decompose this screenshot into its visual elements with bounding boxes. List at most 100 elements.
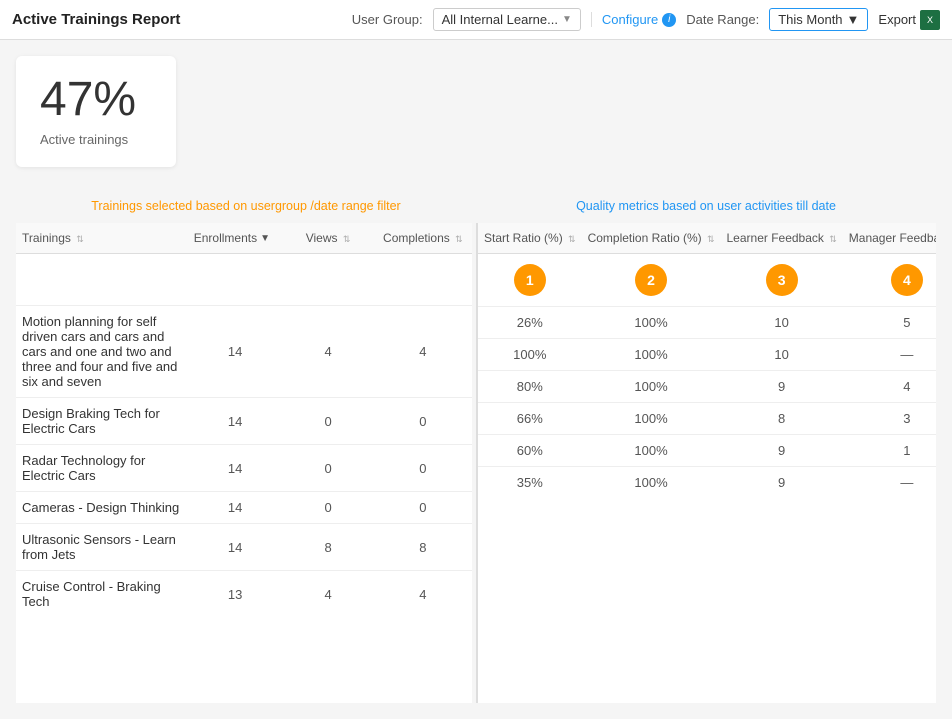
table-row: 60%100%91 — [478, 435, 936, 467]
left-table: Trainings ⇅ Enrollments ▼ Views ⇅ Comple… — [16, 223, 472, 617]
user-group-value: All Internal Learne... — [442, 12, 558, 27]
start_ratio-value: 66% — [478, 403, 582, 435]
enrollments-value: 14 — [188, 445, 283, 492]
views-value: 0 — [282, 398, 373, 445]
enrollments-value: 14 — [188, 524, 283, 571]
completion_ratio-value: 100% — [582, 467, 721, 499]
sort-icon: ⇅ — [76, 234, 84, 244]
left-banner: Trainings selected based on usergroup /d… — [16, 199, 476, 219]
left-table-container: Trainings ⇅ Enrollments ▼ Views ⇅ Comple… — [16, 223, 476, 703]
table-row: 80%100%94 — [478, 371, 936, 403]
th-views[interactable]: Views ⇅ — [282, 223, 373, 254]
completion_ratio-value: 100% — [582, 339, 721, 371]
completions-value: 4 — [374, 306, 472, 398]
export-button[interactable]: Export X — [878, 10, 940, 30]
enrollments-value: 14 — [188, 398, 283, 445]
views-value: 4 — [282, 306, 373, 398]
completions-value: 0 — [374, 445, 472, 492]
chevron-down-icon: ▼ — [562, 14, 572, 25]
completions-value: 4 — [374, 571, 472, 618]
learner_feedback-value: 9 — [721, 435, 843, 467]
th-completions[interactable]: Completions ⇅ — [374, 223, 472, 254]
configure-button[interactable]: Configure i — [591, 12, 676, 27]
th-learner-feedback[interactable]: Learner Feedback ⇅ — [721, 223, 843, 254]
right-table: Start Ratio (%) ⇅ Completion Ratio (%) ⇅… — [478, 223, 936, 498]
training-name: Motion planning for self driven cars and… — [16, 306, 188, 398]
header-controls: User Group: All Internal Learne... ▼ Con… — [352, 8, 940, 31]
spacer-row — [16, 254, 472, 306]
active-trainings-percentage: 47% — [40, 76, 152, 124]
manager_feedback-value: 1 — [843, 435, 936, 467]
orange-badge-4: 4 — [891, 264, 923, 296]
completion_ratio-value: 100% — [582, 307, 721, 339]
badge-cell-2: 2 — [582, 254, 721, 307]
table-row: 66%100%83 — [478, 403, 936, 435]
th-trainings[interactable]: Trainings ⇅ — [16, 223, 188, 254]
info-icon: i — [662, 13, 676, 27]
views-value: 4 — [282, 571, 373, 618]
export-label: Export — [878, 12, 916, 27]
enrollments-value: 13 — [188, 571, 283, 618]
chevron-down-icon-date: ▼ — [847, 12, 860, 27]
learner_feedback-value: 9 — [721, 371, 843, 403]
completion_ratio-value: 100% — [582, 435, 721, 467]
user-group-label: User Group: — [352, 12, 423, 27]
learner_feedback-value: 8 — [721, 403, 843, 435]
date-range-value: This Month — [778, 12, 842, 27]
top-section: 47% Active trainings — [16, 56, 936, 187]
sort-icon-views: ⇅ — [343, 234, 351, 244]
main-content: 47% Active trainings Trainings selected … — [0, 40, 952, 719]
table-row: Ultrasonic Sensors - Learn from Jets1488 — [16, 524, 472, 571]
training-name: Ultrasonic Sensors - Learn from Jets — [16, 524, 188, 571]
right-table-container: Start Ratio (%) ⇅ Completion Ratio (%) ⇅… — [478, 223, 936, 703]
orange-badge-2: 2 — [635, 264, 667, 296]
start_ratio-value: 60% — [478, 435, 582, 467]
completion_ratio-value: 100% — [582, 403, 721, 435]
completions-value: 0 — [374, 398, 472, 445]
orange-badge-1: 1 — [514, 264, 546, 296]
manager_feedback-value: 4 — [843, 371, 936, 403]
completions-value: 0 — [374, 492, 472, 524]
enrollments-value: 14 — [188, 306, 283, 398]
views-value: 8 — [282, 524, 373, 571]
training-name: Design Braking Tech for Electric Cars — [16, 398, 188, 445]
start_ratio-value: 80% — [478, 371, 582, 403]
completion_ratio-value: 100% — [582, 371, 721, 403]
manager_feedback-value: — — [843, 339, 936, 371]
th-enrollments[interactable]: Enrollments ▼ — [188, 223, 283, 254]
table-row: 26%100%105 — [478, 307, 936, 339]
learner_feedback-value: 10 — [721, 339, 843, 371]
sort-icon-learner: ⇅ — [829, 234, 837, 244]
training-name: Cameras - Design Thinking — [16, 492, 188, 524]
table-row: 100%100%10— — [478, 339, 936, 371]
page-title: Active Trainings Report — [12, 11, 180, 28]
start_ratio-value: 35% — [478, 467, 582, 499]
manager_feedback-value: 5 — [843, 307, 936, 339]
enrollments-value: 14 — [188, 492, 283, 524]
sort-down-icon: ▼ — [260, 233, 270, 244]
sort-icon-completion-ratio: ⇅ — [707, 234, 715, 244]
active-trainings-label: Active trainings — [40, 132, 152, 147]
learner_feedback-value: 10 — [721, 307, 843, 339]
training-name: Cruise Control - Braking Tech — [16, 571, 188, 618]
orange-badge-3: 3 — [766, 264, 798, 296]
manager_feedback-value: 3 — [843, 403, 936, 435]
user-group-dropdown[interactable]: All Internal Learne... ▼ — [433, 8, 581, 31]
manager_feedback-value: — — [843, 467, 936, 499]
section-banners: Trainings selected based on usergroup /d… — [16, 199, 936, 219]
completions-value: 8 — [374, 524, 472, 571]
views-value: 0 — [282, 492, 373, 524]
badge-row: 1 2 3 4 — [478, 254, 936, 307]
th-manager-feedback[interactable]: Manager Feedback ⇅ — [843, 223, 936, 254]
date-range-label: Date Range: — [686, 12, 759, 27]
badge-cell-4: 4 — [843, 254, 936, 307]
date-range-dropdown[interactable]: This Month ▼ — [769, 8, 868, 31]
learner_feedback-value: 9 — [721, 467, 843, 499]
stats-card: 47% Active trainings — [16, 56, 176, 167]
configure-label: Configure — [602, 12, 658, 27]
training-name: Radar Technology for Electric Cars — [16, 445, 188, 492]
th-start-ratio[interactable]: Start Ratio (%) ⇅ — [478, 223, 582, 254]
table-row: Radar Technology for Electric Cars1400 — [16, 445, 472, 492]
th-completion-ratio[interactable]: Completion Ratio (%) ⇅ — [582, 223, 721, 254]
badge-cell-1: 1 — [478, 254, 582, 307]
